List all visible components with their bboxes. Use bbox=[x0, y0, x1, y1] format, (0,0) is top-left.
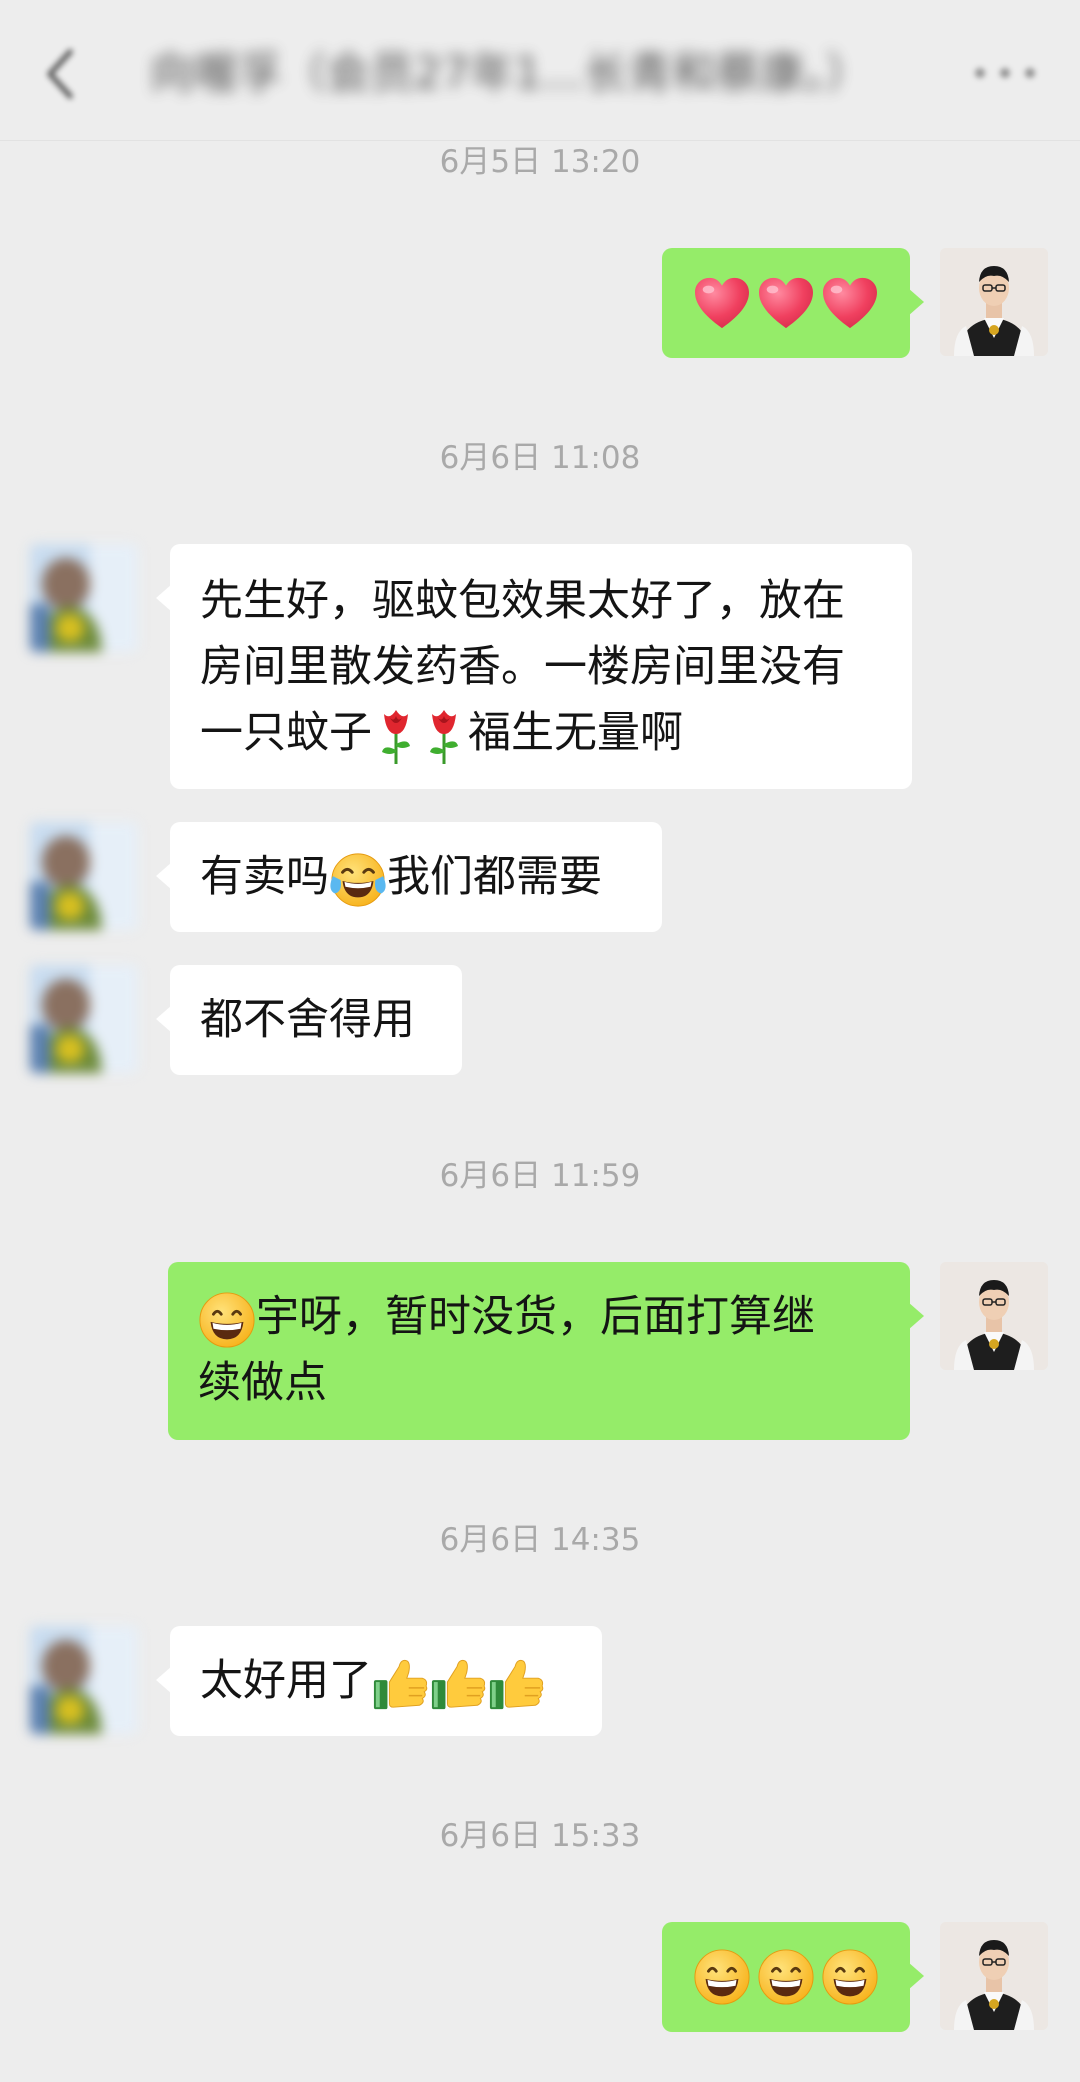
message-text: 我们都需要 bbox=[387, 852, 602, 902]
thumbs-up-icon bbox=[372, 1655, 430, 1713]
grinning-face-icon bbox=[198, 1291, 256, 1349]
timestamp: 6月6日 14:35 bbox=[439, 1522, 641, 1558]
contact-avatar-icon bbox=[30, 544, 138, 652]
contact-avatar-icon bbox=[30, 822, 138, 930]
outgoing-message-bubble[interactable] bbox=[662, 248, 924, 358]
message-text: 福生无量啊 bbox=[468, 708, 683, 758]
message-text: 太好用了 bbox=[200, 1656, 372, 1706]
incoming-message-bubble[interactable]: 先生好，驱蚊包效果太好了，放在 房间里散发药香。一楼房间里没有 一只蚊子 福生无量… bbox=[156, 544, 912, 789]
person-avatar-icon bbox=[940, 248, 1048, 356]
my-avatar[interactable] bbox=[940, 1922, 1048, 2030]
contact-avatar[interactable] bbox=[30, 822, 138, 930]
back-chevron-icon[interactable] bbox=[40, 44, 80, 104]
heart-icon bbox=[821, 276, 879, 330]
timestamp: 6月6日 15:33 bbox=[439, 1818, 641, 1854]
contact-avatar-icon bbox=[30, 1626, 138, 1734]
message-text: 一只蚊子 bbox=[200, 708, 372, 758]
thumbs-up-icon bbox=[488, 1655, 546, 1713]
message-text: 都不舍得用 bbox=[200, 995, 415, 1045]
outgoing-message-bubble[interactable]: 宇呀，暂时没货，后面打算继 续做点 bbox=[168, 1262, 924, 1440]
grinning-face-icon bbox=[693, 1948, 751, 2006]
timestamp: 6月5日 13:20 bbox=[439, 144, 641, 180]
message-line: 一只蚊子 福生无量啊 bbox=[200, 700, 882, 766]
incoming-message-bubble[interactable]: 太好用了 bbox=[156, 1626, 602, 1736]
chat-header: 向喔孚（会员27年1...长青和蔡康。） bbox=[0, 0, 1080, 141]
contact-avatar[interactable] bbox=[30, 965, 138, 1073]
heart-icon bbox=[693, 276, 751, 330]
incoming-message-bubble[interactable]: 都不舍得用 bbox=[156, 965, 462, 1075]
contact-avatar[interactable] bbox=[30, 544, 138, 652]
more-options-icon[interactable] bbox=[970, 56, 1040, 90]
person-avatar-icon bbox=[940, 1922, 1048, 2030]
message-text: 宇呀，暂时没货，后面打算继 bbox=[256, 1292, 815, 1342]
message-line: 续做点 bbox=[198, 1358, 327, 1408]
message-line: 先生好，驱蚊包效果太好了，放在 bbox=[200, 576, 845, 626]
message-line: 太好用了 bbox=[200, 1648, 572, 1714]
message-line: 有卖吗 我们都需要 bbox=[200, 844, 632, 910]
chat-title: 向喔孚（会员27年1...长青和蔡康。） bbox=[150, 48, 870, 99]
grinning-face-icon bbox=[757, 1948, 815, 2006]
message-line: 宇呀，暂时没货，后面打算继 bbox=[198, 1284, 880, 1350]
thumbs-up-icon bbox=[430, 1655, 488, 1713]
contact-avatar[interactable] bbox=[30, 1626, 138, 1734]
person-avatar-icon bbox=[940, 1262, 1048, 1370]
timestamp: 6月6日 11:59 bbox=[439, 1158, 641, 1194]
rose-icon bbox=[372, 706, 420, 766]
my-avatar[interactable] bbox=[940, 248, 1048, 356]
heart-icon bbox=[757, 276, 815, 330]
my-avatar[interactable] bbox=[940, 1262, 1048, 1370]
message-text: 有卖吗 bbox=[200, 852, 329, 902]
grinning-face-icon bbox=[821, 1948, 879, 2006]
outgoing-message-bubble[interactable] bbox=[662, 1922, 924, 2032]
timestamp: 6月6日 11:08 bbox=[439, 440, 641, 476]
contact-avatar-icon bbox=[30, 965, 138, 1073]
incoming-message-bubble[interactable]: 有卖吗 我们都需要 bbox=[156, 822, 662, 932]
rose-icon bbox=[420, 706, 468, 766]
message-line: 房间里散发药香。一楼房间里没有 bbox=[200, 642, 845, 692]
laughing-crying-face-icon bbox=[329, 851, 387, 909]
